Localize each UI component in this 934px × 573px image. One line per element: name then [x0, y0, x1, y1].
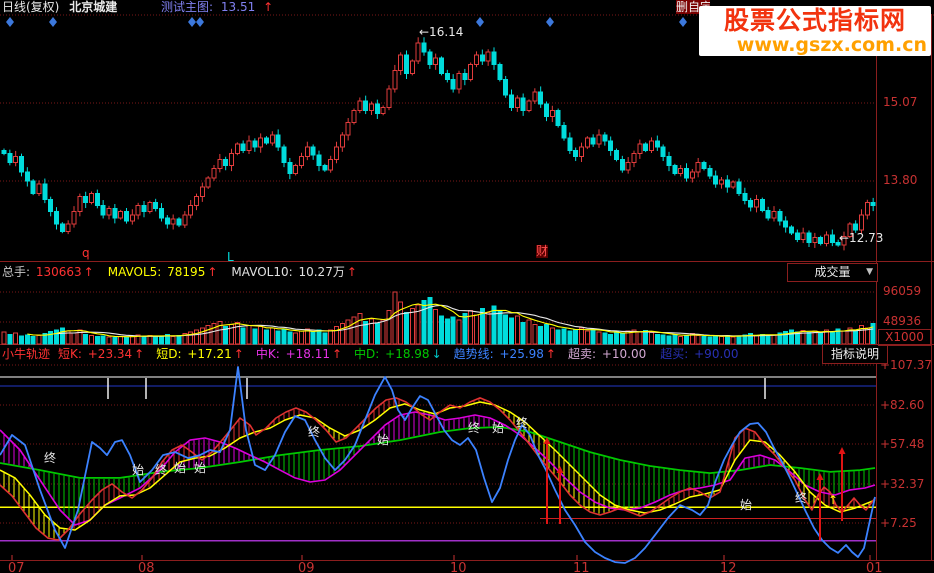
up-arrow-icon: ↑: [83, 265, 94, 279]
indicator-header: 小牛轨迹 短K: +23.34 ↑ 短D: +17.21 ↑ 中K: +18.11 ↑ 中D:…: [2, 346, 753, 362]
indicator-axis-label: +7.25: [880, 516, 917, 530]
chart-marker: 财: [536, 244, 549, 258]
phase-label: 终: [516, 416, 529, 430]
phase-label: 终: [468, 421, 481, 435]
indicator-name: 小牛轨迹: [2, 347, 51, 361]
phase-label: 终: [308, 425, 321, 439]
indicator-line-label: 中K:: [255, 347, 284, 361]
indicator-line-value: +17.21: [187, 347, 232, 361]
volume-type-dropdown[interactable]: 成交量 ▼: [787, 263, 878, 282]
chart-marker: ↑: [828, 493, 839, 507]
up-arrow-icon: ↑: [134, 347, 145, 361]
period-label[interactable]: 日线(复权): [2, 0, 59, 14]
month-label: 10: [450, 561, 467, 573]
volume-ma-value: 10.27万: [298, 265, 345, 279]
main-indicator-label: 测试主图:: [161, 0, 214, 14]
indicator-axis-label: +32.37: [880, 477, 925, 491]
phase-label: 始: [174, 461, 187, 475]
price-axis-label: 13.80: [883, 173, 918, 187]
indicator-line-value: +25.98: [499, 347, 544, 361]
down-arrow-icon: ↓: [431, 347, 442, 361]
month-label: 11: [573, 561, 590, 573]
up-arrow-icon: ↑: [233, 347, 244, 361]
phase-label: 始: [492, 421, 505, 435]
volume-ma-label: 总手:: [2, 265, 34, 279]
up-arrow-icon: ↑: [545, 347, 556, 361]
indicator-line-label: 短K:: [58, 347, 86, 361]
watermark: 股票公式指标网 www.gszx.com.cn: [699, 6, 931, 56]
phase-label: 终: [155, 463, 168, 477]
volume-ma-label: MAVOL5:: [107, 265, 166, 279]
chart-marker: L: [227, 250, 234, 264]
stock-name[interactable]: 北京城建: [69, 0, 117, 14]
phase-label: 终: [795, 491, 808, 505]
indicator-line-value: +10.00: [601, 347, 647, 361]
indicator-help-button[interactable]: 指标说明: [822, 344, 888, 364]
indicator-axis-label: +82.60: [880, 398, 925, 412]
phase-label: 终: [44, 451, 57, 465]
indicator-line-label: 短D:: [156, 347, 186, 361]
volume-unit-badge: X1000: [878, 329, 931, 346]
volume-axis-label: 48936: [883, 314, 922, 328]
indicator-line-label: 趋势线:: [453, 347, 498, 361]
indicator-line-value: +18.11: [285, 347, 330, 361]
volume-ma-value: 130663: [35, 265, 82, 279]
volume-type-label: 成交量: [814, 265, 851, 279]
up-arrow-icon: ↑: [331, 347, 343, 361]
volume-ma-label: MAVOL10:: [231, 265, 297, 279]
indicator-line-label: 中D:: [354, 347, 384, 361]
volume-header: 总手: 130663 ↑ MAVOL5: 78195 ↑ MAVOL10: 10.27万…: [2, 264, 371, 281]
indicator-line-value: +23.34: [87, 347, 133, 361]
phase-label: 始: [132, 463, 145, 477]
title-bar: 日线(复权) 北京城建 测试主图: 13.51 ↑: [2, 0, 273, 14]
up-arrow-icon: ↑: [263, 0, 274, 14]
chart-canvas[interactable]: [0, 0, 934, 573]
phase-label: 始: [194, 461, 207, 475]
month-label: 07: [8, 561, 25, 573]
chart-marker: q: [82, 246, 90, 260]
volume-axis-label: 96059: [883, 284, 922, 298]
month-label: 08: [138, 561, 155, 573]
indicator-line-value: +18.98: [385, 347, 430, 361]
up-arrow-icon: ↑: [207, 265, 218, 279]
volume-ma-value: 78195: [167, 265, 206, 279]
high-annotation: ←16.14: [419, 25, 464, 39]
month-label: 09: [298, 561, 315, 573]
up-arrow-icon: ↑: [346, 265, 357, 279]
watermark-url: www.gszx.com.cn: [736, 34, 927, 56]
main-indicator-value: 13.51: [220, 0, 256, 14]
phase-label: 始: [740, 498, 753, 512]
chevron-down-icon: ▼: [866, 267, 873, 277]
low-annotation: ←12.73: [839, 231, 884, 245]
indicator-axis-label: +57.48: [880, 437, 925, 451]
month-label: 01: [866, 561, 883, 573]
watermark-title: 股票公式指标网: [723, 6, 906, 35]
indicator-line-value: +90.00: [694, 347, 739, 361]
indicator-line-label: 超卖:: [567, 347, 600, 361]
app-window: 日线(复权) 北京城建 测试主图: 13.51 ↑ 删自定 15.07 13.80…: [0, 0, 934, 573]
indicator-line-label: 超买:: [660, 347, 693, 361]
price-axis-label: 15.07: [883, 95, 918, 109]
phase-label: 始: [377, 433, 390, 447]
month-label: 12: [720, 561, 737, 573]
